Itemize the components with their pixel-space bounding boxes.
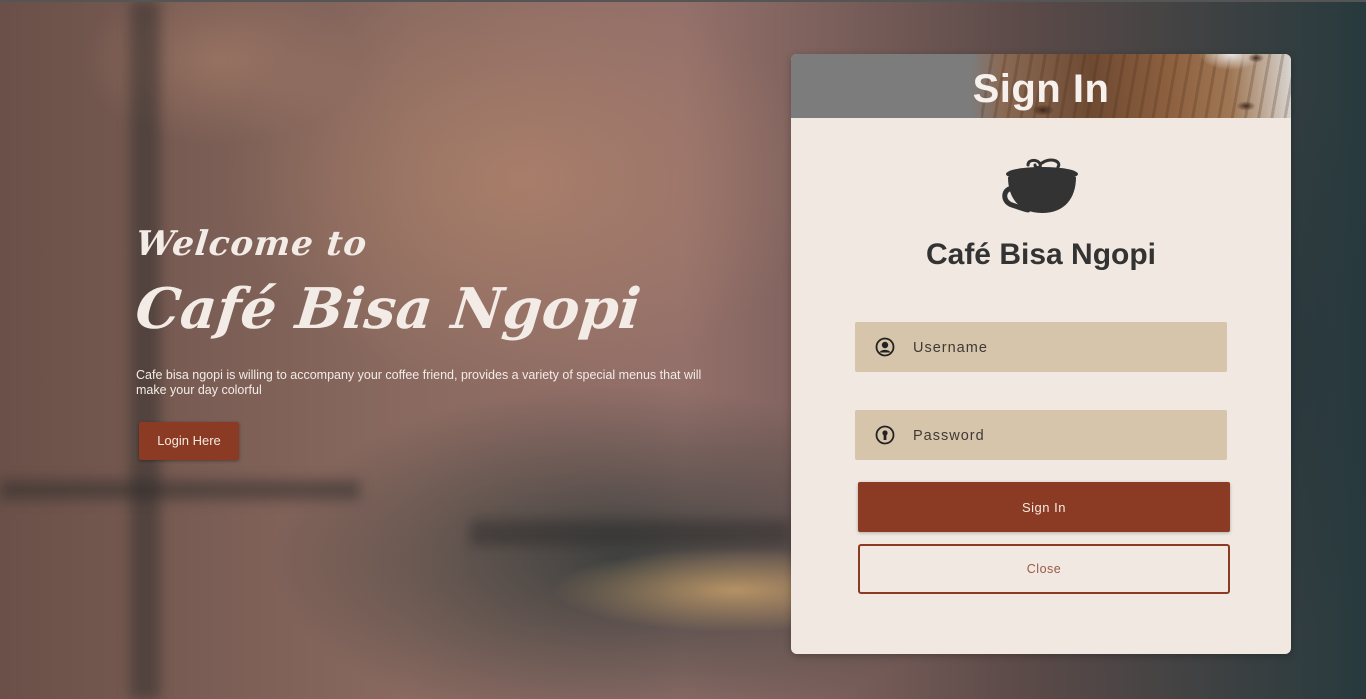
password-field[interactable] — [855, 410, 1227, 462]
welcome-heading: Welcome to — [133, 224, 370, 264]
card-header: Sign In — [791, 54, 1291, 118]
lock-circle-icon — [875, 425, 895, 445]
username-field[interactable] — [855, 322, 1227, 374]
password-input[interactable] — [911, 410, 1215, 462]
top-border — [0, 0, 1366, 2]
card-title: Sign In — [972, 67, 1110, 111]
close-button[interactable]: Close — [858, 544, 1230, 594]
sign-in-card: Sign In Café Bisa Ngopi Sign In Close — [791, 54, 1291, 654]
background-beam — [0, 480, 360, 500]
background-shelf — [470, 520, 790, 546]
user-circle-icon — [875, 337, 895, 357]
cafe-name: Café Bisa Ngopi — [925, 238, 1157, 271]
brand-heading: Café Bisa Ngopi — [132, 276, 644, 342]
sign-in-button[interactable]: Sign In — [858, 482, 1230, 532]
hero-section: Welcome to Café Bisa Ngopi Cafe bisa ngo… — [133, 220, 716, 460]
hero-description: Cafe bisa ngopi is willing to accompany … — [136, 368, 702, 397]
coffee-cup-icon — [1002, 158, 1078, 213]
login-here-button[interactable]: Login Here — [139, 422, 239, 460]
username-input[interactable] — [911, 322, 1215, 374]
